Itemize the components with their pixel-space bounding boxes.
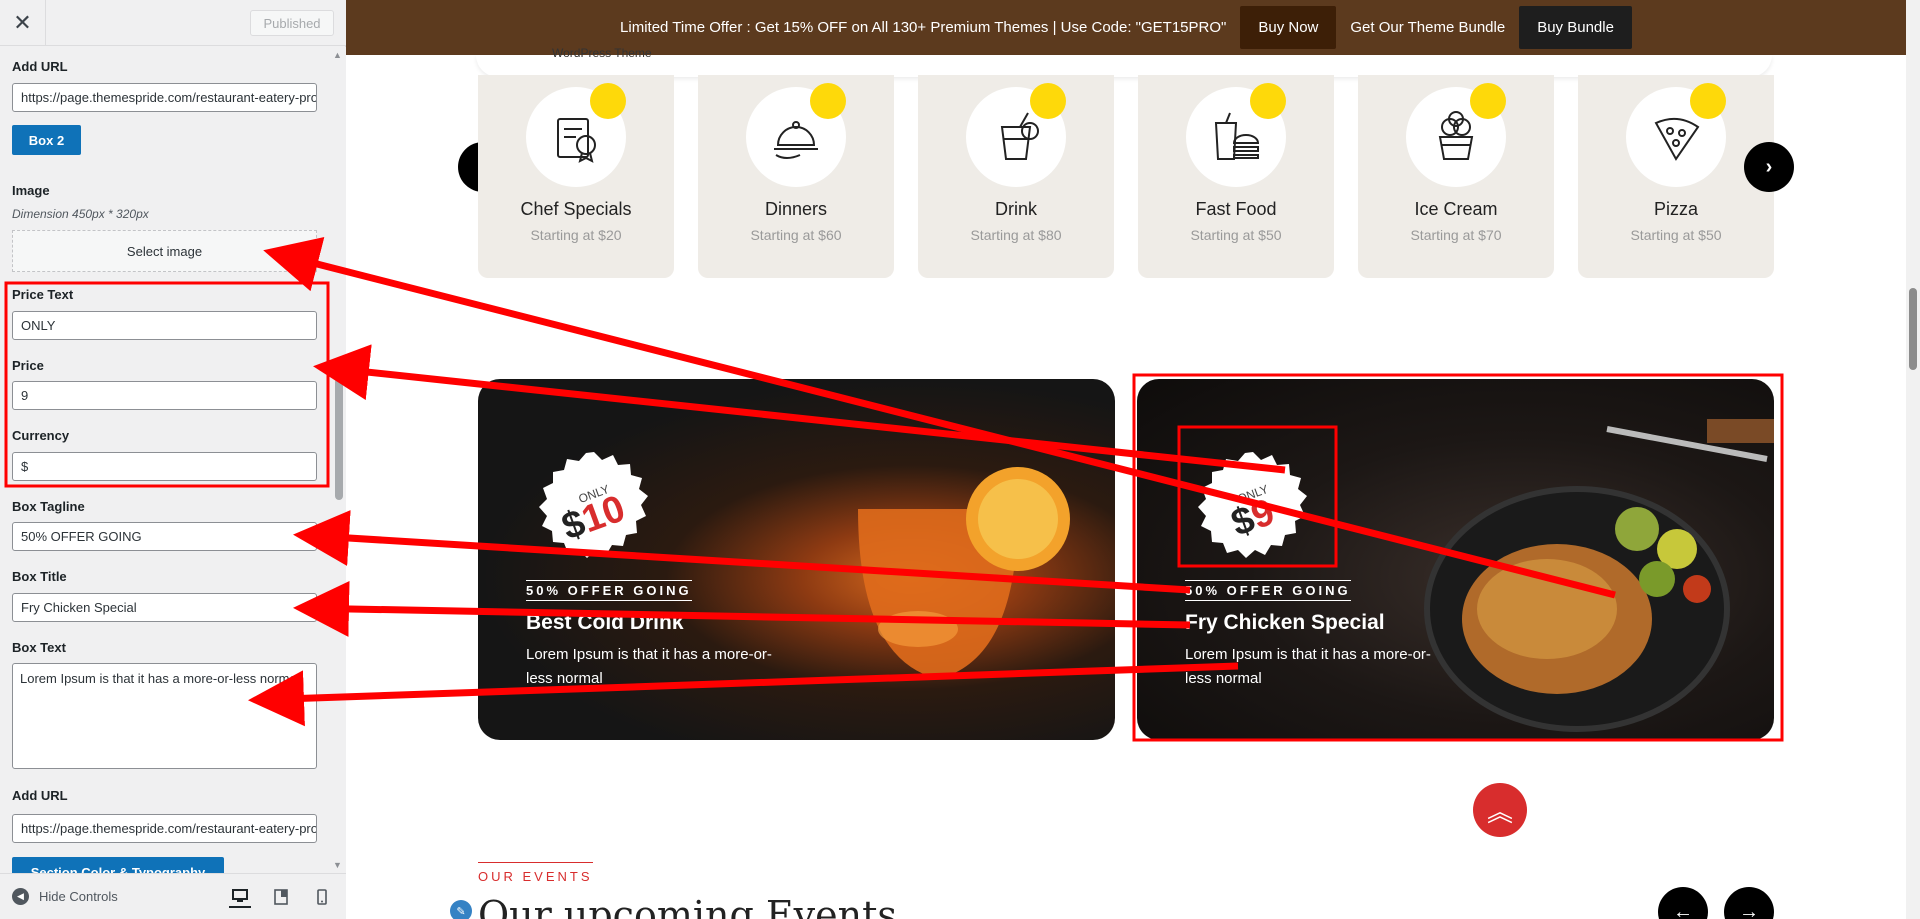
add-url-label: Add URL xyxy=(12,59,68,74)
customizer-panel: ✕ Published Add URL https://page.themesp… xyxy=(0,0,346,919)
desktop-preview-icon[interactable] xyxy=(229,886,251,908)
mobile-preview-icon[interactable] xyxy=(311,886,333,908)
tablet-preview-icon[interactable] xyxy=(270,886,292,908)
category-name: Fast Food xyxy=(1195,199,1277,219)
category-card-fast-food[interactable]: Fast Food Starting at $50 xyxy=(1138,75,1334,278)
category-price: Starting at $60 xyxy=(750,227,842,243)
price-input[interactable]: 9 xyxy=(12,381,317,410)
price-text-input[interactable]: ONLY xyxy=(12,311,317,340)
currency-input[interactable]: $ xyxy=(12,452,317,481)
category-name: Ice Cream xyxy=(1414,199,1498,219)
category-name: Pizza xyxy=(1653,199,1698,219)
image-label: Image xyxy=(12,183,50,198)
category-badge-dot xyxy=(590,83,626,119)
promo-banner-fry-chicken[interactable]: ONLY $9 50% OFFER GOING Fry Chicken Spec… xyxy=(1137,379,1774,740)
drink-glass-image xyxy=(858,467,1070,679)
add-url-input[interactable]: https://page.themespride.com/restaurant-… xyxy=(12,83,317,112)
category-badge-dot xyxy=(1250,83,1286,119)
select-image-button[interactable]: Select image xyxy=(12,230,317,272)
banner-text: Lorem Ipsum is that it has a more-or-les… xyxy=(1185,646,1431,687)
box-title-input[interactable]: Fry Chicken Special xyxy=(12,593,317,622)
box-2-button[interactable]: Box 2 xyxy=(12,125,81,155)
price-text-label: Price Text xyxy=(12,287,74,302)
category-card-dinners[interactable]: Dinners Starting at $60 xyxy=(698,75,894,278)
banner-title: Best Cold Drink xyxy=(526,611,684,634)
collapse-icon: ◀ xyxy=(12,888,29,905)
category-card-ice-cream[interactable]: Ice Cream Starting at $70 xyxy=(1358,75,1554,278)
category-price: Starting at $50 xyxy=(1630,227,1722,243)
section-color-typography-button[interactable]: Section Color & Typography xyxy=(12,857,224,873)
promo-text: Limited Time Offer : Get 15% OFF on All … xyxy=(620,19,1227,36)
customizer-header: ✕ Published xyxy=(0,0,346,46)
add-url-2-label: Add URL xyxy=(12,788,68,803)
preview-scrollbar[interactable] xyxy=(1906,0,1920,919)
category-next-button[interactable]: › xyxy=(1744,142,1794,192)
category-card-chef-specials[interactable]: Chef Specials Starting at $20 xyxy=(478,75,674,278)
customizer-footer: ◀ Hide Controls xyxy=(0,873,346,919)
category-price: Starting at $50 xyxy=(1190,227,1282,243)
box-title-label: Box Title xyxy=(12,569,67,584)
image-dimension-hint: Dimension 450px * 320px xyxy=(12,207,149,221)
category-price: Starting at $20 xyxy=(530,227,622,243)
price-badge: ONLY $10 xyxy=(531,450,657,576)
banner-tagline: 50% OFFER GOING xyxy=(1185,580,1351,601)
banner-tagline: 50% OFFER GOING xyxy=(526,580,692,601)
category-badge-dot xyxy=(810,83,846,119)
scroll-to-top-button[interactable]: ︽ xyxy=(1473,783,1527,837)
events-title: Our upcoming Events xyxy=(478,893,897,919)
customizer-controls: Add URL https://page.themespride.com/res… xyxy=(0,47,332,873)
box-tagline-input[interactable]: 50% OFFER GOING xyxy=(12,522,317,551)
category-badge-dot xyxy=(1690,83,1726,119)
preview-scrollbar-thumb[interactable] xyxy=(1909,288,1917,370)
category-price: Starting at $80 xyxy=(970,227,1062,243)
box-tagline-label: Box Tagline xyxy=(12,499,85,514)
price-badge: ONLY $9 xyxy=(1190,450,1316,576)
scroll-down-icon[interactable]: ▼ xyxy=(333,860,342,870)
currency-label: Currency xyxy=(12,428,70,443)
buy-now-button[interactable]: Buy Now xyxy=(1240,6,1337,49)
price-label: Price xyxy=(12,358,44,373)
bundle-text: Get Our Theme Bundle xyxy=(1350,19,1506,36)
category-badge-dot xyxy=(1030,83,1066,119)
logo-text: WordPress Theme xyxy=(552,46,652,60)
category-card-pizza[interactable]: Pizza Starting at $50 xyxy=(1578,75,1774,278)
box-text-textarea[interactable]: Lorem Ipsum is that it has a more-or-les… xyxy=(12,663,317,769)
category-badge-dot xyxy=(1470,83,1506,119)
category-name: Dinners xyxy=(764,199,828,219)
events-label: OUR EVENTS xyxy=(478,862,593,884)
edit-pencil-icon[interactable]: ✎ xyxy=(450,900,472,919)
category-price: Starting at $70 xyxy=(1410,227,1502,243)
hide-controls-label: Hide Controls xyxy=(39,889,118,904)
published-button[interactable]: Published xyxy=(250,10,334,36)
buy-bundle-button[interactable]: Buy Bundle xyxy=(1519,6,1632,49)
category-name: Drink xyxy=(994,199,1037,219)
add-url-2-input[interactable]: https://page.themespride.com/restaurant-… xyxy=(12,814,317,843)
close-icon[interactable]: ✕ xyxy=(0,0,46,46)
banner-text: Lorem Ipsum is that it has a more-or-les… xyxy=(526,646,772,687)
category-card-drink[interactable]: Drink Starting at $80 xyxy=(918,75,1114,278)
panel-scrollbar-thumb[interactable] xyxy=(335,378,343,500)
box-text-label: Box Text xyxy=(12,640,66,655)
fry-chicken-image xyxy=(1424,419,1774,732)
promo-banner-cold-drink[interactable]: ONLY $10 50% OFFER GOING Best Cold Drink… xyxy=(478,379,1115,740)
scroll-up-icon[interactable]: ▲ xyxy=(333,50,342,60)
header-strip xyxy=(476,55,1772,77)
category-name: Chef Specials xyxy=(520,199,632,219)
hide-controls-button[interactable]: ◀ Hide Controls xyxy=(12,888,118,905)
banner-title: Fry Chicken Special xyxy=(1185,611,1385,634)
